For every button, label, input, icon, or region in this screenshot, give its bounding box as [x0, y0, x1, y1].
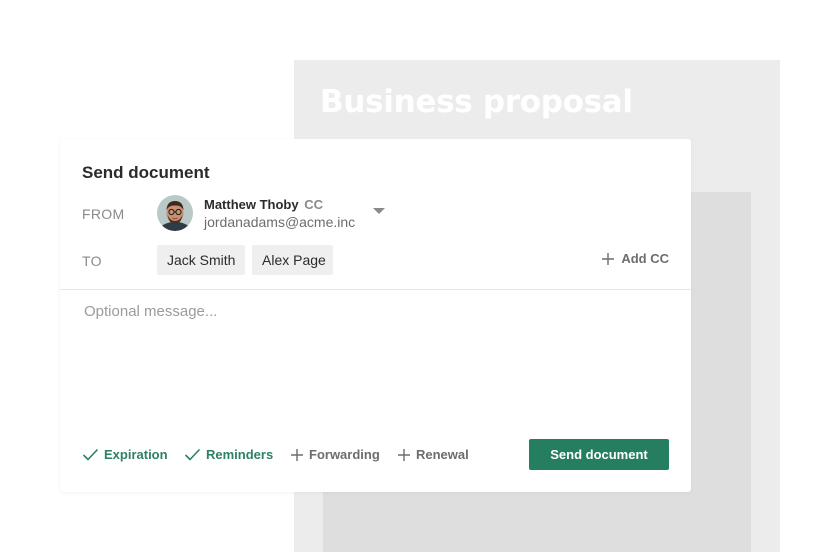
sender-dropdown[interactable] — [371, 205, 387, 217]
add-cc-button[interactable]: Add CC — [601, 251, 669, 266]
to-label: TO — [82, 253, 102, 269]
option-forwarding[interactable]: Forwarding — [290, 447, 380, 462]
send-document-dialog: Send document FROM Matthew Thoby CC jord… — [60, 139, 691, 492]
from-label: FROM — [82, 206, 125, 222]
option-label: Expiration — [104, 447, 168, 462]
option-expiration[interactable]: Expiration — [82, 447, 168, 462]
send-document-button[interactable]: Send document — [529, 439, 669, 470]
recipient-chip[interactable]: Alex Page — [252, 245, 333, 275]
sender-cc-tag: CC — [304, 197, 324, 212]
divider — [60, 289, 691, 290]
option-label: Reminders — [206, 447, 274, 462]
avatar-image — [157, 195, 193, 231]
avatar — [157, 195, 193, 231]
recipient-chip[interactable]: Jack Smith — [157, 245, 245, 275]
option-renewal[interactable]: Renewal — [397, 447, 469, 462]
option-reminders[interactable]: Reminders — [184, 447, 273, 462]
document-title: Business proposal — [320, 84, 633, 120]
option-label: Forwarding — [309, 447, 380, 462]
plus-icon — [291, 448, 303, 461]
dialog-title: Send document — [82, 163, 210, 182]
sender-email: jordanadams@acme.inc — [204, 214, 356, 230]
check-icon — [82, 448, 99, 461]
sender-name: Matthew Thoby — [204, 197, 299, 212]
option-label: Renewal — [416, 447, 469, 462]
sender-name-line: Matthew Thoby CC — [204, 197, 323, 212]
check-icon — [184, 448, 201, 461]
add-cc-label: Add CC — [621, 251, 669, 266]
caret-down-icon — [373, 208, 385, 214]
plus-icon — [398, 448, 410, 461]
message-input[interactable] — [84, 303, 664, 413]
plus-icon — [602, 252, 615, 265]
